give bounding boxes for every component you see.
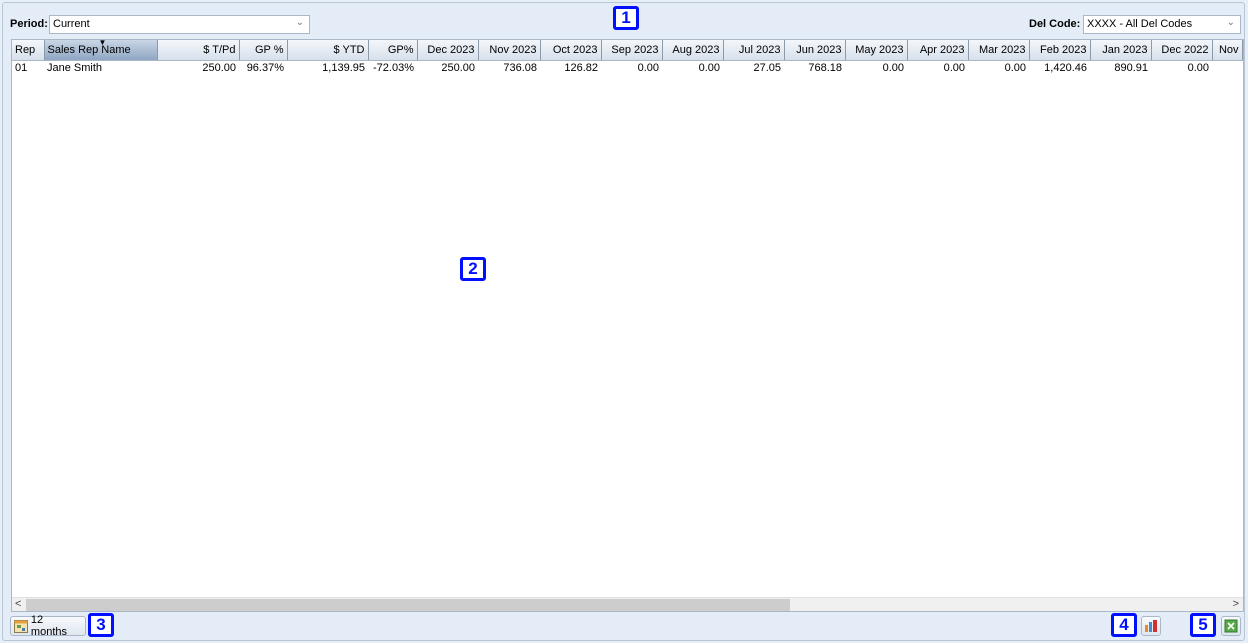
column-header[interactable]: May 2023 [845, 40, 908, 61]
column-header[interactable]: Nov 2023 [478, 40, 541, 61]
column-header-label: Apr 2023 [919, 43, 965, 56]
column-header[interactable]: Aug 2023 [662, 40, 724, 61]
table-cell: 1,420.46 [1044, 61, 1087, 74]
column-header[interactable]: Nov [1212, 40, 1243, 61]
table-cell: 126.82 [564, 61, 598, 74]
months-label: 12 months [30, 614, 67, 638]
column-header[interactable]: Rep [12, 40, 45, 61]
chart-button[interactable] [1141, 616, 1161, 636]
sort-descending-icon: ▼ [98, 40, 107, 47]
column-header[interactable]: $ YTD [287, 40, 369, 61]
annotation-badge: 3 [88, 613, 114, 637]
column-header[interactable]: Mar 2023 [968, 40, 1030, 61]
header-row: Rep ▼ Sales Rep Name $ T/Pd GP % $ YTD GP% Dec … [12, 40, 1243, 61]
column-header-label: GP % [254, 43, 284, 56]
table-row[interactable]: 01 Jane Smith 250.00 96.37% 1,139.95 -72.03% 2… [12, 60, 1242, 75]
column-header-label: Oct 2023 [552, 43, 598, 56]
sales-grid: Rep ▼ Sales Rep Name $ T/Pd GP % $ YTD GP% Dec … [11, 39, 1244, 612]
column-header-label: GP% [387, 43, 414, 56]
column-header[interactable]: Dec 2022 [1151, 40, 1213, 61]
column-header-label: Dec 2023 [427, 43, 475, 56]
column-header-label: Nov [1218, 43, 1239, 56]
excel-export-icon [1224, 619, 1238, 633]
sales-table: Rep ▼ Sales Rep Name $ T/Pd GP % $ YTD GP% Dec … [12, 40, 1243, 75]
column-header[interactable]: Sep 2023 [601, 40, 663, 61]
table-cell: 0.00 [882, 61, 904, 74]
chevron-down-icon: ⌄ [295, 17, 304, 28]
column-header-label: Sales Rep Name [47, 43, 131, 56]
column-header-label: Dec 2022 [1161, 43, 1209, 56]
column-header-label: Rep [15, 43, 36, 56]
export-excel-button[interactable] [1221, 616, 1241, 636]
annotation-badge: 4 [1111, 613, 1137, 637]
column-header-label: Jan 2023 [1102, 43, 1148, 56]
table-cell: 0.00 [1187, 61, 1209, 74]
scrollbar-thumb[interactable] [26, 599, 790, 611]
column-header-label: $ YTD [333, 43, 365, 56]
column-header-label: Nov 2023 [489, 43, 537, 56]
table-cell: -72.03% [373, 61, 414, 74]
period-label: Period: [10, 18, 48, 30]
delcode-value: XXXX - All Del Codes [1087, 18, 1193, 30]
table-cell: 736.08 [503, 61, 537, 74]
column-header[interactable]: Jul 2023 [723, 40, 785, 61]
report-panel: Period: Current ⌄ Del Code: XXXX - All D… [2, 2, 1245, 641]
table-cell: 250.00 [441, 61, 475, 74]
annotation-badge: 5 [1190, 613, 1216, 637]
column-header-label: Aug 2023 [672, 43, 720, 56]
table-cell: Jane Smith [47, 61, 103, 74]
column-header[interactable]: Jun 2023 [784, 40, 846, 61]
table-cell: 250.00 [202, 61, 236, 74]
column-header[interactable]: $ T/Pd [157, 40, 240, 61]
calendar-icon [14, 619, 28, 633]
period-value: Current [53, 18, 90, 30]
column-header[interactable]: GP % [239, 40, 288, 61]
column-header[interactable]: Apr 2023 [907, 40, 969, 61]
bar-chart-icon [1145, 620, 1157, 632]
column-header-label: May 2023 [855, 43, 904, 56]
column-header[interactable]: Feb 2023 [1029, 40, 1091, 61]
annotation-badge: 2 [460, 257, 486, 281]
table-cell: 01 [15, 61, 28, 74]
horizontal-scrollbar[interactable]: < > [12, 597, 1243, 611]
column-header[interactable]: Oct 2023 [540, 40, 602, 61]
table-cell: 0.00 [698, 61, 720, 74]
period-select[interactable]: Current ⌄ [49, 15, 310, 34]
column-header-label: Feb 2023 [1040, 43, 1087, 56]
table-cell: 96.37% [246, 61, 284, 74]
table-cell: 0.00 [1004, 61, 1026, 74]
delcode-select[interactable]: XXXX - All Del Codes ⌄ [1083, 15, 1241, 34]
scroll-left-icon[interactable]: < [15, 598, 21, 611]
table-cell [1212, 60, 1242, 75]
table-cell: 27.05 [753, 61, 781, 74]
table-cell: 1,139.95 [322, 61, 365, 74]
column-header-label: Mar 2023 [979, 43, 1026, 56]
chevron-down-icon: ⌄ [1226, 17, 1235, 28]
column-header[interactable]: ▼ Sales Rep Name [44, 40, 158, 61]
scroll-right-icon[interactable]: > [1233, 598, 1239, 611]
column-header-label: Sep 2023 [611, 43, 659, 56]
column-header[interactable]: GP% [368, 40, 418, 61]
table-cell: 0.00 [943, 61, 965, 74]
annotation-badge: 1 [613, 6, 639, 30]
table-cell: 768.18 [808, 61, 842, 74]
table-cell: 0.00 [637, 61, 659, 74]
column-header[interactable]: Jan 2023 [1090, 40, 1152, 61]
column-header[interactable]: Dec 2023 [417, 40, 479, 61]
table-cell: 890.91 [1114, 61, 1148, 74]
column-header-label: Jul 2023 [738, 43, 781, 56]
months-button[interactable]: 12 months [10, 614, 86, 638]
column-header-label: $ T/Pd [203, 43, 236, 56]
column-header-label: Jun 2023 [796, 43, 842, 56]
delcode-label: Del Code: [1029, 18, 1081, 30]
